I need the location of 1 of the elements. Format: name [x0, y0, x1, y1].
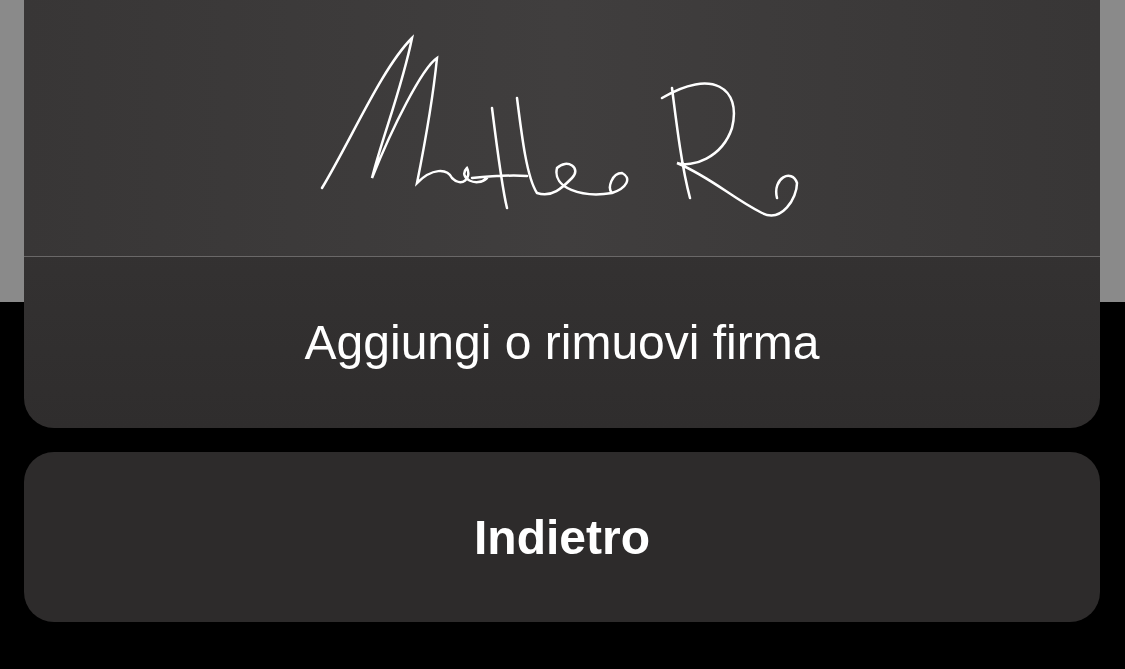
- cancel-button[interactable]: Indietro: [24, 452, 1100, 622]
